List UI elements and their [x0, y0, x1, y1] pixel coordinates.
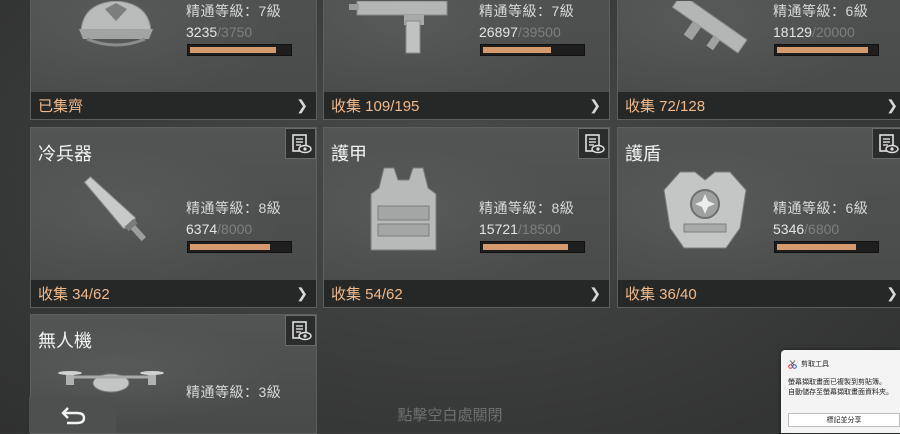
- category-title: 護甲: [331, 144, 367, 164]
- gun-icon: [349, 1, 448, 54]
- mastery-card-smg[interactable]: 精通等級：7級 26897/39500 收集 109/195 ❯: [323, 0, 610, 120]
- helmet-icon: [79, 1, 153, 47]
- chevron-right-icon: ❯: [589, 285, 601, 301]
- toast-message: 螢幕擷取畫面已複製到剪貼簿。 自動儲存至螢幕擷取畫面資料夾。: [788, 379, 893, 396]
- mastery-level: 精通等級：6級: [773, 200, 869, 216]
- mastery-card-melee[interactable]: 冷兵器 精通等級：8級 6374/8000 收集 34/62 ❯: [30, 127, 317, 308]
- exp-bar: [187, 44, 292, 56]
- view-details-button[interactable]: [285, 128, 316, 159]
- collect-footer[interactable]: 收集 54/62 ❯: [324, 280, 609, 307]
- collect-label: 收集 54/62: [331, 286, 403, 303]
- document-eye-icon: [291, 320, 312, 340]
- category-title: 冷兵器: [38, 144, 92, 164]
- exp-bar: [187, 241, 292, 253]
- exp-text: 5346/6800: [773, 221, 840, 237]
- collect-label: 收集 36/40: [625, 286, 697, 303]
- exp-text: 18129/20000: [773, 24, 855, 40]
- collect-footer[interactable]: 收集 72/128 ❯: [618, 92, 900, 119]
- mastery-level: 精通等級：7級: [479, 3, 575, 19]
- toast-app-name: 剪取工具: [801, 361, 829, 368]
- mastery-level: 精通等級：7級: [186, 3, 282, 19]
- mastery-card-armor[interactable]: 護甲 精通等級：8級 15721/18500 收集 54/62 ❯: [323, 127, 610, 308]
- mastery-level: 精通等級：8級: [479, 200, 575, 216]
- mastery-card-launcher[interactable]: 精通等級：6級 18129/20000 收集 72/128 ❯: [617, 0, 900, 120]
- category-title: 護盾: [625, 144, 661, 164]
- exp-bar: [774, 241, 879, 253]
- snip-notification[interactable]: 剪取工具 螢幕擷取畫面已複製到剪貼簿。 自動儲存至螢幕擷取畫面資料夾。 標記並分…: [781, 350, 900, 433]
- category-title: 無人機: [38, 331, 92, 351]
- blade-icon: [83, 176, 147, 242]
- markup-share-button[interactable]: 標記並分享: [788, 413, 900, 427]
- collect-label: 收集 34/62: [38, 286, 110, 303]
- collect-footer[interactable]: 收集 34/62 ❯: [31, 280, 316, 307]
- exp-text: 6374/8000: [186, 221, 253, 237]
- exp-text: 3235/3750: [186, 24, 253, 40]
- chevron-right-icon: ❯: [296, 97, 308, 113]
- exp-bar: [774, 44, 879, 56]
- mastery-card-helmet[interactable]: 精通等級：7級 3235/3750 已集齊 ❯: [30, 0, 317, 120]
- collect-footer[interactable]: 已集齊 ❯: [31, 92, 316, 119]
- collect-label: 收集 72/128: [625, 98, 706, 115]
- snipping-tool-icon: [788, 359, 797, 369]
- document-eye-icon: [878, 133, 899, 153]
- document-eye-icon: [584, 133, 605, 153]
- toast-header: 剪取工具: [788, 359, 829, 369]
- close-hint[interactable]: 點擊空白處關閉: [0, 404, 900, 425]
- chevron-right-icon: ❯: [296, 285, 308, 301]
- view-details-button[interactable]: [872, 128, 900, 159]
- chevron-right-icon: ❯: [589, 97, 601, 113]
- launcher-icon: [671, 1, 748, 54]
- mastery-level: 精通等級：3級: [186, 384, 282, 400]
- exp-bar: [480, 44, 585, 56]
- shield-armor-icon: [663, 171, 747, 249]
- view-details-button[interactable]: [578, 128, 609, 159]
- exp-text: 26897/39500: [479, 24, 561, 40]
- exp-bar: [480, 241, 585, 253]
- mastery-level: 精通等級：6級: [773, 3, 869, 19]
- chevron-right-icon: ❯: [886, 285, 898, 301]
- chevron-right-icon: ❯: [886, 97, 898, 113]
- armor-vest-icon: [370, 167, 437, 251]
- view-details-button[interactable]: [285, 315, 316, 346]
- drone-icon: [58, 371, 164, 393]
- exp-text: 15721/18500: [479, 221, 561, 237]
- collect-footer[interactable]: 收集 36/40 ❯: [618, 280, 900, 307]
- document-eye-icon: [291, 133, 312, 153]
- collect-label: 收集 109/195: [331, 98, 420, 115]
- mastery-card-shield[interactable]: 護盾 精通等級：6級 5346/6800 收集 36/40 ❯: [617, 127, 900, 308]
- collect-footer[interactable]: 收集 109/195 ❯: [324, 92, 609, 119]
- mastery-level: 精通等級：8級: [186, 200, 282, 216]
- collect-label: 已集齊: [38, 98, 84, 115]
